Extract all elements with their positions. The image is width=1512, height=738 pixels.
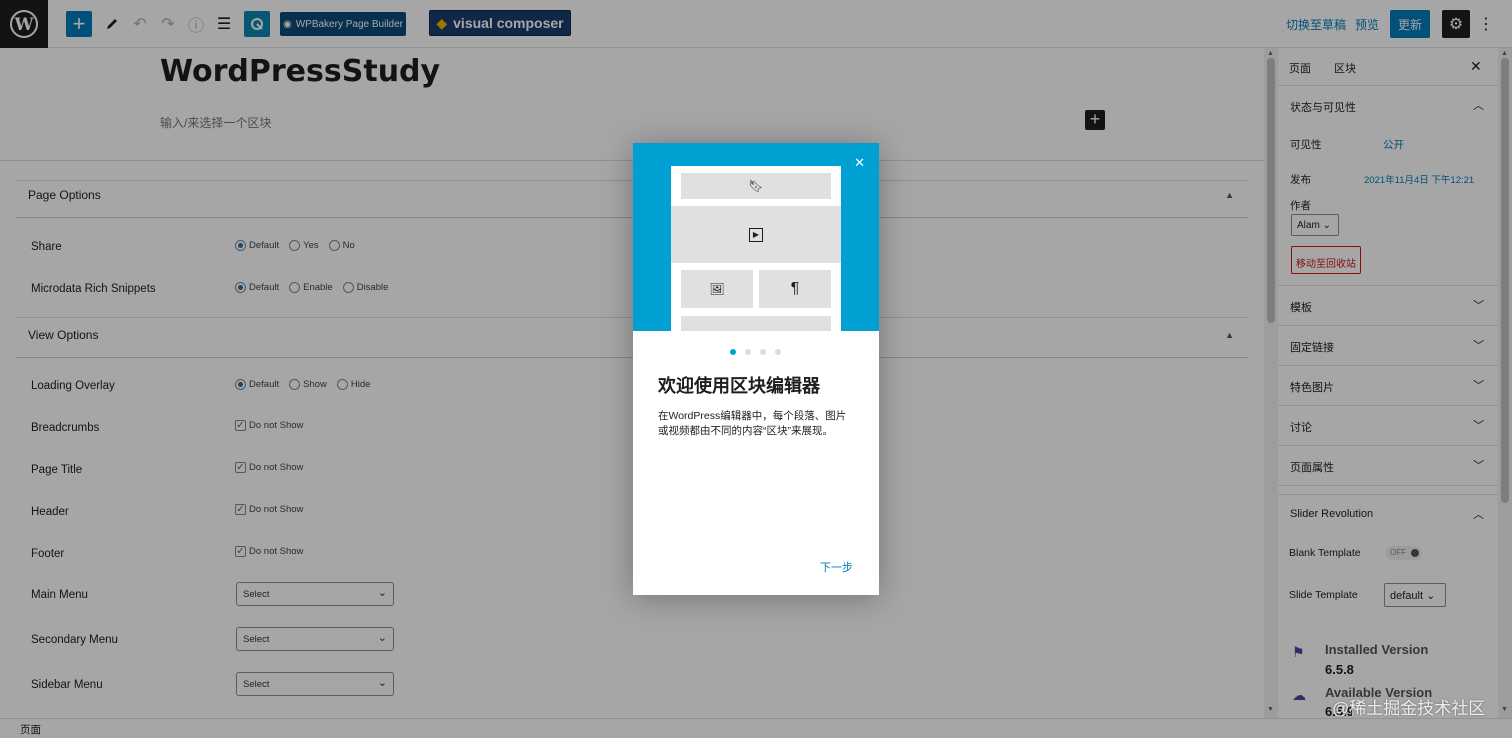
page-dot[interactable] xyxy=(730,349,736,355)
bookmark-icon: 🔖︎ xyxy=(748,179,764,193)
modal-body-text: 在WordPress编辑器中，每个段落、图片或视频都由不同的内容“区块”来展现。 xyxy=(658,410,847,437)
modal-title: 欢迎使用区块编辑器 xyxy=(658,376,820,396)
play-icon: ▶ xyxy=(749,227,763,242)
paragraph-icon: ¶ xyxy=(790,280,800,297)
paragraph-block: ¶ xyxy=(759,270,831,308)
next-button[interactable]: 下一步 xyxy=(820,559,853,575)
video-block: ▶ xyxy=(671,206,841,263)
welcome-guide-modal: ✕ 🔖︎ ▶ 🖼︎ ¶ 欢迎使用区块编辑器 在WordPress编辑器中，每个段… xyxy=(633,143,879,595)
bookmark-block: 🔖︎ xyxy=(681,173,831,199)
page-indicator xyxy=(730,349,781,355)
editor-mockup: 🔖︎ ▶ 🖼︎ ¶ xyxy=(671,166,841,331)
watermark: @稀土掘金技术社区 xyxy=(1332,699,1486,718)
page-dot[interactable] xyxy=(760,349,766,355)
image-icon: 🖼︎ xyxy=(709,282,725,296)
page-dot[interactable] xyxy=(775,349,781,355)
close-icon[interactable]: ✕ xyxy=(854,155,865,171)
app: W + ↶ ↷ ⓘ ☰ ◉ WPBakery Page Builder ◆ vi… xyxy=(0,0,1512,738)
welcome-illustration: ✕ 🔖︎ ▶ 🖼︎ ¶ xyxy=(633,143,879,331)
page-dot[interactable] xyxy=(745,349,751,355)
extra-block xyxy=(681,316,831,331)
image-block: 🖼︎ xyxy=(681,270,753,308)
